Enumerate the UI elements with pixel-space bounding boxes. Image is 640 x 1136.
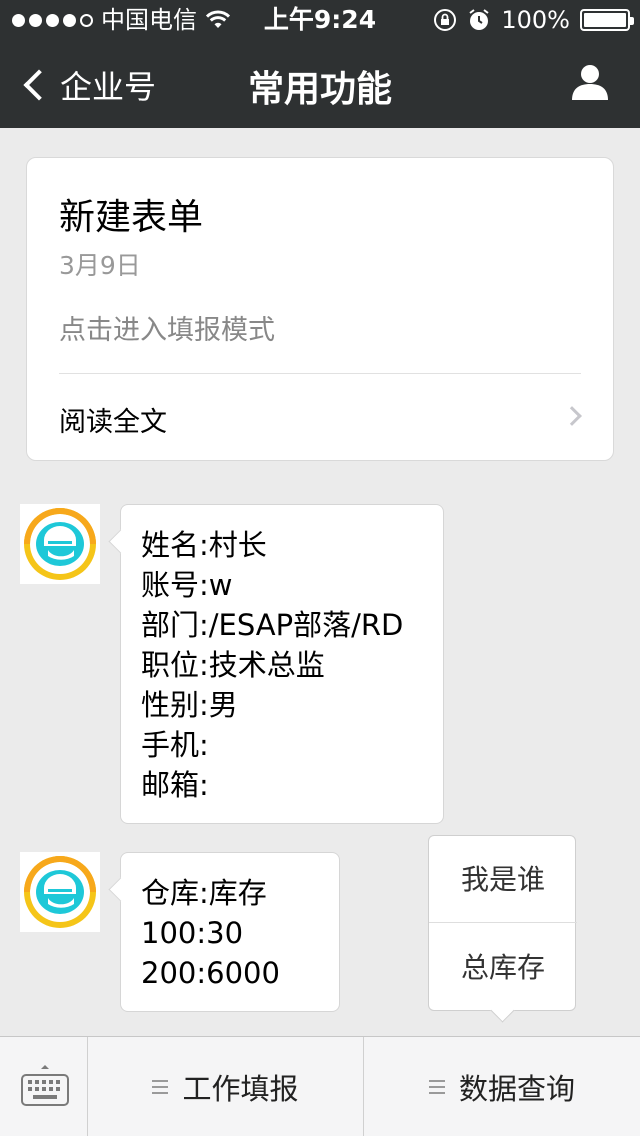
chevron-right-icon <box>562 406 582 426</box>
submenu-item-who-am-i[interactable]: 我是谁 <box>429 836 577 923</box>
menu-label: 数据查询 <box>458 1072 575 1106</box>
message-bubble: 姓名:村长 账号:w 部门:/ESAP部落/RD 职位:技术总监 性别:男 手机… <box>120 504 444 824</box>
rotation-lock-icon <box>434 9 457 31</box>
read-more-link[interactable]: 阅读全文 <box>59 400 167 439</box>
message-line: 仓库:库存 <box>141 876 267 910</box>
battery-percent: 100% <box>501 6 570 34</box>
message-line: 邮箱: <box>141 768 209 802</box>
message-bubble: 仓库:库存 100:30 200:6000 <box>120 852 340 1012</box>
keyboard-icon <box>21 1065 69 1106</box>
top-bar: 中国电信 上午9:24 100% 企业号 常用功能 <box>0 0 640 128</box>
message-line: 100:30 <box>141 916 244 950</box>
nav-bar: 企业号 常用功能 <box>0 40 640 128</box>
message-line: 姓名:村长 <box>141 528 267 562</box>
submenu-item-total-stock[interactable]: 总库存 <box>429 924 577 1011</box>
battery-icon <box>580 9 634 31</box>
status-right: 100% <box>433 0 634 40</box>
bottom-menu-bar: 工作填报 数据查询 <box>0 1036 640 1136</box>
submenu-popup: 我是谁 总库存 <box>428 835 577 1011</box>
message-line: 账号:w <box>141 568 233 602</box>
message-line: 部门:/ESAP部落/RD <box>141 608 404 642</box>
menu-label: 工作填报 <box>182 1072 299 1106</box>
menu-button-work-report[interactable]: 工作填报 <box>88 1037 364 1136</box>
keyboard-toggle-button[interactable] <box>0 1037 88 1136</box>
article-date: 3月9日 <box>59 251 141 280</box>
menu-lines-icon <box>428 1080 445 1094</box>
status-bar: 中国电信 上午9:24 100% <box>0 0 640 40</box>
app-avatar-icon[interactable] <box>20 504 100 584</box>
alarm-icon <box>469 9 489 30</box>
divider <box>59 373 581 374</box>
article-description: 点击进入填报模式 <box>59 315 275 346</box>
article-title: 新建表单 <box>59 197 204 238</box>
message-line: 性别:男 <box>141 688 238 722</box>
menu-button-data-query[interactable]: 数据查询 <box>364 1037 640 1136</box>
page-title: 常用功能 <box>247 69 392 110</box>
menu-lines-icon <box>152 1080 169 1094</box>
message-line: 200:6000 <box>141 956 280 990</box>
message-line: 职位:技术总监 <box>141 648 325 682</box>
user-profile-icon[interactable] <box>570 62 610 102</box>
app-avatar-icon[interactable] <box>20 852 100 932</box>
message-line: 手机: <box>141 728 209 762</box>
article-card[interactable]: 新建表单 3月9日 点击进入填报模式 阅读全文 <box>26 157 614 461</box>
